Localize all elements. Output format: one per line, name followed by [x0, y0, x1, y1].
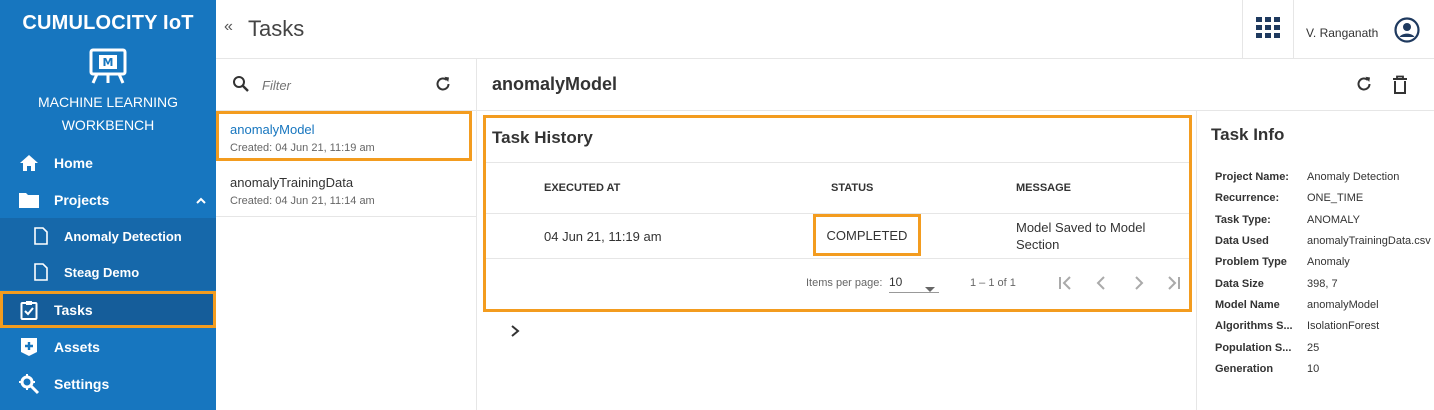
- info-label: Problem Type: [1215, 256, 1287, 268]
- items-per-page-select[interactable]: 10: [889, 275, 939, 293]
- app-name: MACHINE LEARNING WORKBENCH: [0, 91, 216, 137]
- settings-icon: [18, 373, 40, 395]
- info-value: ANOMALY: [1307, 214, 1360, 226]
- plus-box-icon: [18, 336, 40, 358]
- task-history-card: Task History EXECUTED AT STATUS MESSAGE …: [483, 115, 1192, 337]
- status-badge: COMPLETED: [813, 214, 921, 256]
- home-icon: [18, 152, 40, 174]
- sidebar-item-home[interactable]: Home: [0, 144, 216, 181]
- sidebar-item-steag-demo[interactable]: Steag Demo: [0, 254, 216, 290]
- file-icon: [32, 225, 50, 247]
- sidebar-item-settings[interactable]: Settings: [0, 365, 216, 402]
- column-header-status[interactable]: STATUS: [831, 182, 873, 194]
- sidebar-item-label: Home: [54, 154, 93, 171]
- info-value: anomalyTrainingData.csv: [1307, 235, 1431, 247]
- list-item-name: anomalyTrainingData: [230, 175, 354, 190]
- sidebar-item-label: Settings: [54, 375, 110, 392]
- info-label: Data Size: [1215, 278, 1264, 290]
- ml-workbench-logo: M: [87, 47, 129, 85]
- trash-icon[interactable]: [1392, 75, 1410, 95]
- divider: [486, 258, 1189, 259]
- info-value: 10: [1307, 363, 1320, 375]
- user-name[interactable]: V. Ranganath: [1306, 26, 1378, 40]
- info-label: Generation: [1215, 363, 1274, 375]
- sidebar-item-projects[interactable]: Projects: [0, 181, 216, 218]
- info-label: Data Used: [1215, 235, 1269, 247]
- list-item[interactable]: anomalyModel Created: 04 Jun 21, 11:19 a…: [216, 111, 472, 161]
- list-item-created: Created: 04 Jun 21, 11:19 am: [230, 142, 375, 154]
- user-circle-icon[interactable]: [1394, 17, 1420, 43]
- sidebar-item-anomaly-detection[interactable]: Anomaly Detection: [0, 218, 216, 254]
- list-item-name: anomalyModel: [230, 122, 315, 137]
- info-label: Algorithms S...: [1215, 320, 1293, 332]
- brand-title: CUMULOCITY IoT: [22, 12, 194, 34]
- detail-title: anomalyModel: [492, 74, 618, 94]
- page-title: Tasks: [248, 16, 305, 41]
- info-value: Anomaly Detection: [1307, 171, 1400, 183]
- info-value: anomalyModel: [1307, 299, 1379, 311]
- next-page-icon[interactable]: [1129, 274, 1147, 292]
- info-value: IsolationForest: [1307, 320, 1380, 332]
- filter-input[interactable]: [260, 75, 420, 95]
- info-value: 398, 7: [1307, 278, 1338, 290]
- column-header-message[interactable]: MESSAGE: [1016, 182, 1071, 194]
- prev-page-icon[interactable]: [1093, 274, 1111, 292]
- sidebar-item-label: Tasks: [54, 301, 93, 318]
- app-switcher-button[interactable]: [1242, 0, 1294, 59]
- sidebar-item-label: Assets: [54, 338, 100, 355]
- pager-range: 1 – 1 of 1: [970, 277, 1016, 289]
- info-value: ONE_TIME: [1307, 192, 1364, 204]
- cell-message-line2: Section: [1016, 237, 1060, 252]
- items-per-page-label: Items per page:: [806, 277, 883, 289]
- cell-executed-at: 04 Jun 21, 11:19 am: [544, 229, 662, 244]
- sidebar-item-label: Steag Demo: [64, 264, 140, 280]
- info-label: Model Name: [1215, 299, 1280, 311]
- info-label: Project Name:: [1215, 171, 1289, 183]
- sidebar-item-tasks[interactable]: Tasks: [0, 291, 216, 328]
- sidebar-item-label: Projects: [54, 191, 110, 208]
- search-icon: [232, 75, 250, 93]
- app-name-line2: WORKBENCH: [61, 117, 155, 133]
- info-value: 25: [1307, 342, 1320, 354]
- divider: [486, 162, 1189, 163]
- folder-icon: [18, 189, 40, 211]
- info-value: Anomaly: [1307, 256, 1350, 268]
- refresh-icon[interactable]: [1355, 75, 1375, 95]
- svg-text:M: M: [103, 56, 114, 69]
- apps-grid-icon: [1256, 17, 1280, 44]
- collapse-sidebar-button[interactable]: «: [224, 18, 233, 36]
- app-name-line1: MACHINE LEARNING: [37, 94, 179, 110]
- sidebar: CUMULOCITY IoT M MACHINE LEARNING WORKBE…: [0, 0, 216, 410]
- chevron-right-icon[interactable]: [508, 324, 522, 338]
- cell-message-line1: Model Saved to Model: [1016, 220, 1146, 235]
- filter-row: [216, 59, 477, 111]
- info-label: Task Type:: [1215, 214, 1271, 226]
- list-item-created: Created: 04 Jun 21, 11:14 am: [230, 195, 375, 207]
- refresh-icon[interactable]: [434, 75, 454, 95]
- top-header: « Tasks V. Ranganath: [216, 0, 1434, 59]
- task-list-panel: anomalyModel Created: 04 Jun 21, 11:19 a…: [216, 59, 477, 410]
- task-history-title: Task History: [492, 128, 593, 147]
- task-info-panel: Task Info Project Name: Anomaly Detectio…: [1196, 111, 1434, 410]
- items-per-page-value: 10: [889, 275, 903, 289]
- chevron-up-icon[interactable]: [196, 193, 206, 207]
- first-page-icon[interactable]: [1057, 274, 1075, 292]
- sidebar-item-label: Anomaly Detection: [64, 228, 182, 244]
- file-icon: [32, 261, 50, 283]
- list-item[interactable]: anomalyTrainingData Created: 04 Jun 21, …: [216, 165, 477, 217]
- cell-message: Model Saved to Model Section: [1016, 219, 1145, 253]
- column-header-executed-at[interactable]: EXECUTED AT: [544, 182, 620, 194]
- clipboard-check-icon: [18, 299, 40, 321]
- info-label: Population S...: [1215, 342, 1292, 354]
- task-info-title: Task Info: [1211, 125, 1285, 144]
- info-label: Recurrence:: [1215, 192, 1280, 204]
- last-page-icon[interactable]: [1164, 274, 1182, 292]
- sidebar-item-assets[interactable]: Assets: [0, 328, 216, 365]
- dropdown-arrow-icon: [925, 281, 935, 295]
